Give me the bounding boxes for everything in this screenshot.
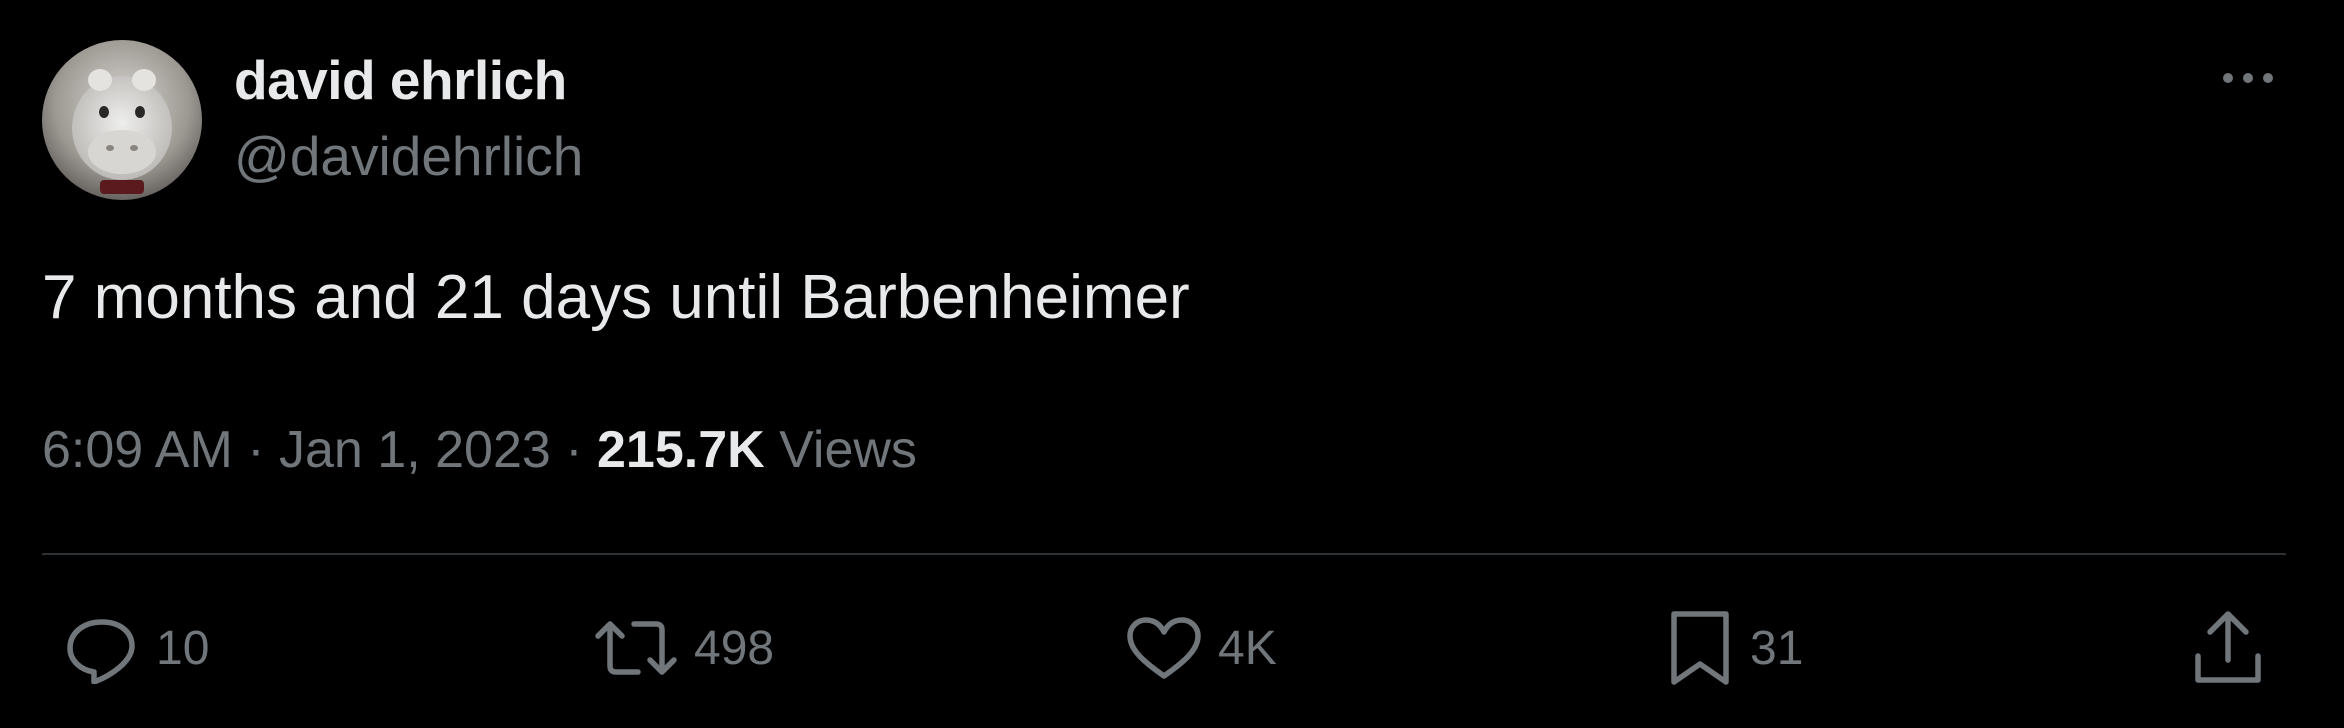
tweet-text: 7 months and 21 days until Barbenheimer — [42, 263, 1190, 332]
avatar[interactable] — [42, 40, 202, 200]
views-label: Views — [764, 421, 917, 479]
tweet-card: david ehrlich @davidehrlich 7 months and… — [0, 0, 2344, 728]
divider — [42, 553, 2286, 555]
share-icon — [2195, 611, 2261, 683]
heart-icon — [1127, 617, 1201, 679]
bookmark-count: 31 — [1750, 621, 1804, 675]
repost-count: 498 — [694, 621, 775, 675]
share-button[interactable] — [2188, 611, 2268, 684]
like-count: 4K — [1218, 621, 1277, 675]
reply-icon — [67, 619, 135, 684]
author-display-name[interactable]: david ehrlich — [234, 48, 567, 112]
more-options-button[interactable] — [2212, 58, 2284, 98]
repost-icon — [595, 621, 677, 675]
meta-separator: · — [550, 421, 598, 479]
tweet-meta: 6:09 AM · Jan 1, 2023 · 215.7K Views — [42, 420, 917, 480]
views-count: 215.7K — [597, 421, 765, 479]
bookmark-button[interactable]: 31 — [1664, 611, 1804, 685]
reply-button[interactable]: 10 — [62, 612, 209, 684]
tweet-date[interactable]: Jan 1, 2023 — [279, 421, 551, 479]
avatar-image — [42, 40, 202, 200]
more-dots-icon — [2223, 73, 2273, 83]
reply-count: 10 — [156, 621, 210, 675]
tweet-time[interactable]: 6:09 AM — [42, 421, 233, 479]
meta-separator: · — [232, 421, 280, 479]
bookmark-icon — [1671, 611, 1729, 685]
author-handle[interactable]: @davidehrlich — [234, 124, 583, 188]
repost-button[interactable]: 498 — [592, 612, 774, 684]
like-button[interactable]: 4K — [1124, 612, 1277, 684]
